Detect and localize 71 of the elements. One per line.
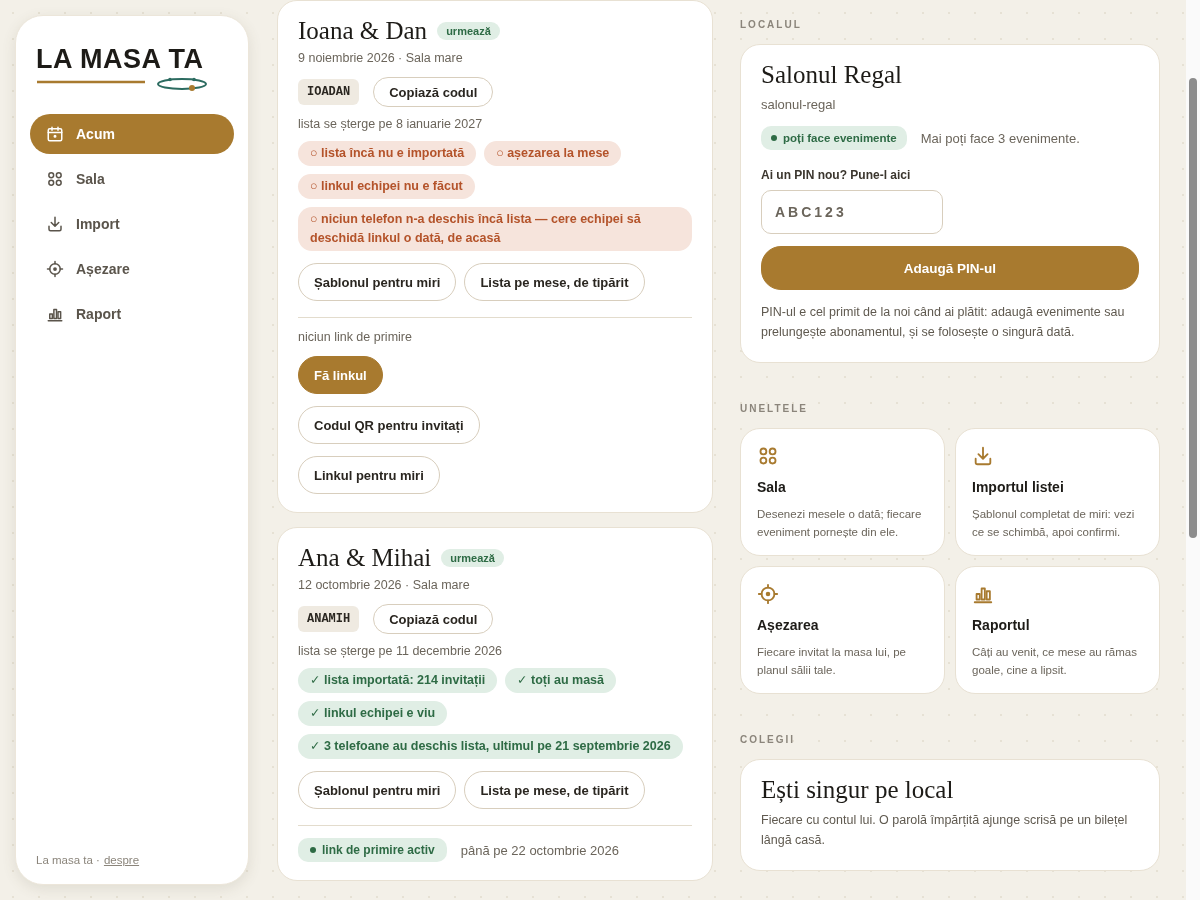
checklist-chip: ✓ linkul echipei e viu: [298, 701, 448, 726]
colleagues-text: Fiecare cu contul lui. O parolă împărțită ajunge scrisă pe un bilețel lângă casă.: [761, 812, 1129, 849]
add-pin-button[interactable]: Adaugă PIN-ul: [761, 246, 1139, 290]
calendar-icon: [46, 125, 64, 143]
expiry-text: lista se șterge pe 11 decembrie 2026: [298, 644, 504, 658]
section-label: LOCALUL: [740, 19, 803, 30]
event-code: IOADAN: [298, 79, 360, 105]
checklist-chip: ✓ lista importată: 214 invitații: [298, 668, 498, 693]
link-button[interactable]: Codul QR pentru invitați: [298, 406, 480, 444]
tool-description: Fiecare invitat la masa lui, pe planul sălii tale.: [757, 645, 907, 678]
copy-button[interactable]: Copiază codul: [373, 77, 494, 107]
link-button[interactable]: Linkul pentru miri: [298, 456, 440, 494]
brand-logo: LA MASA TA: [36, 46, 205, 73]
checklist-chip: ○ lista încă nu e importată: [298, 141, 477, 166]
tool-title: Raportul: [972, 617, 1031, 633]
checklist-chip: ✓ 3 telefoane au deschis lista, ultimul pe 21 septembrie 2026: [298, 734, 683, 759]
document-button[interactable]: Șablonul pentru miri: [298, 263, 457, 301]
pin-input[interactable]: ABC123: [761, 190, 943, 234]
venue-name: Salonul Regal: [761, 61, 903, 89]
tool-card[interactable]: Sala Desenezi mesele o dată; fiecare eveniment pornește din ele.: [740, 428, 945, 556]
about-link[interactable]: despre: [103, 854, 140, 866]
tool-description: Șablonul completat de miri: vezi ce se schimbă, apoi confirmi.: [972, 507, 1136, 540]
nav-item[interactable]: Acum: [30, 114, 234, 154]
tool-card[interactable]: Raportul Câți au venit, ce mese au rămas goale, cine a lipsit.: [955, 566, 1160, 694]
checklist-chip: ✓ toți au masă: [505, 668, 616, 693]
four-circles-icon: [757, 445, 779, 467]
tool-card[interactable]: Importul listei Șablonul completat de miri: vezi ce se schimbă, apoi confirmi.: [955, 428, 1160, 556]
scrollbar[interactable]: [1186, 0, 1200, 900]
download-icon: [46, 215, 64, 233]
section-label: UNELTELE: [740, 403, 810, 414]
document-button[interactable]: Șablonul pentru miri: [298, 771, 457, 809]
event-date: 12 octombrie 2026 · Sala mare: [298, 578, 471, 592]
expiry-text: lista se șterge pe 8 ianuarie 2027: [298, 117, 484, 131]
event-title: Ana & Mihai: [298, 544, 432, 572]
tool-title: Importul listei: [972, 479, 1065, 495]
no-link-text: niciun link de primire: [298, 330, 413, 344]
event-code: ANAMIH: [298, 606, 360, 632]
status-badge: poți face evenimente: [761, 126, 907, 150]
nav-item[interactable]: Import: [30, 204, 234, 244]
tool-title: Sala: [757, 479, 787, 495]
link-status-badge: link de primire activ: [298, 838, 447, 862]
colleagues-title: Ești singur pe local: [761, 776, 955, 804]
tool-description: Desenezi mesele o dată; fiecare eveniment pornește din ele.: [757, 507, 923, 540]
crosshair-icon: [757, 583, 779, 605]
crosshair-icon: [46, 260, 64, 278]
link-until-text: până pe 22 octombrie 2026: [460, 842, 619, 858]
status-badge: urmează: [441, 549, 504, 567]
document-button[interactable]: Lista pe mese, de tipărit: [464, 263, 645, 301]
document-button[interactable]: Lista pe mese, de tipărit: [464, 771, 645, 809]
nav-item[interactable]: Sala: [30, 159, 234, 199]
footer-text: La masa ta ·: [36, 854, 100, 866]
pin-help-text: PIN-ul e cel primit de la noi când ai plătit: adaugă evenimente sau prelungește abonamentul, și se folosește o singură dată.: [761, 304, 1126, 341]
nav-item[interactable]: Raport: [30, 294, 234, 334]
event-title: Ioana & Dan: [298, 17, 428, 45]
remaining-events-text: Mai poți face 3 evenimente.: [920, 130, 1080, 146]
copy-button[interactable]: Copiază codul: [373, 604, 494, 634]
four-circles-icon: [46, 170, 64, 188]
nav-item[interactable]: Așezare: [30, 249, 234, 289]
venue-slug: salonul-regal: [761, 97, 837, 112]
checklist-chip: ○ linkul echipei nu e făcut: [298, 174, 475, 199]
checklist-chip: ○ niciun telefon n-a deschis încă lista — cere echipei să deschidă linkul o dată, de acasă: [298, 207, 692, 251]
status-badge: urmează: [437, 22, 500, 40]
tool-description: Câți au venit, ce mese au rămas goale, cine a lipsit.: [972, 645, 1138, 678]
event-date: 9 noiembrie 2026 · Sala mare: [298, 51, 464, 65]
section-label: COLEGII: [740, 734, 797, 745]
tool-card[interactable]: Așezarea Fiecare invitat la masa lui, pe planul sălii tale.: [740, 566, 945, 694]
download-icon: [972, 445, 994, 467]
link-button[interactable]: Fă linkul: [298, 356, 383, 394]
pin-label: Ai un PIN nou? Pune-l aici: [761, 168, 912, 182]
checklist-chip: ○ așezarea la mese: [484, 141, 622, 166]
tool-title: Așezarea: [757, 617, 820, 633]
